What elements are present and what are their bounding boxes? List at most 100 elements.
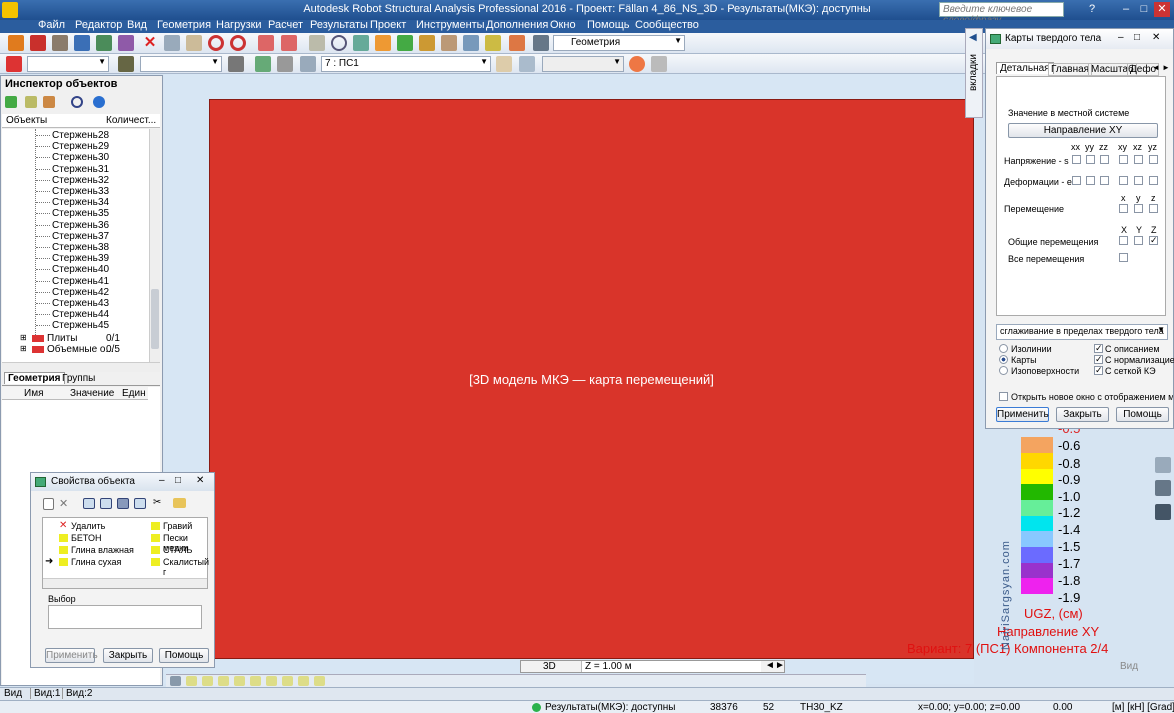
bar-select[interactable]: ▼ [140, 56, 222, 72]
minimize-icon[interactable]: – [159, 475, 165, 486]
preview-icon[interactable] [96, 35, 112, 51]
apply-button[interactable]: Применить [996, 407, 1049, 422]
gen-z-checkbox[interactable]: ✓ [1149, 236, 1158, 245]
wrench-icon[interactable] [509, 35, 525, 51]
folder-icon[interactable] [173, 498, 186, 508]
view-tool-icon[interactable] [170, 676, 181, 686]
menu-analysis[interactable]: Расчет [268, 19, 303, 31]
select-icon[interactable] [228, 56, 244, 72]
filter-icon[interactable] [25, 96, 37, 108]
list-hscrollbar[interactable] [43, 578, 207, 588]
menu-geometry[interactable]: Геометрия [157, 19, 211, 31]
close-button[interactable]: ✕ [1154, 2, 1170, 17]
props-help-button[interactable]: Помощь [159, 648, 209, 663]
smoothing-select[interactable]: сглаживание в пределах твердого тела ▼ [996, 324, 1168, 340]
filter2-icon[interactable] [43, 96, 55, 108]
selection-input[interactable] [48, 605, 202, 629]
props-apply-button[interactable]: Применить [45, 648, 98, 663]
mesh-checkbox[interactable]: ✓ [1094, 366, 1103, 375]
tab-scroll-left-icon[interactable]: ◄ [1152, 63, 1160, 72]
building-icon[interactable] [1155, 457, 1171, 473]
help-button[interactable]: Помощь [1116, 407, 1169, 422]
lock-icon[interactable] [309, 35, 325, 51]
gen-y-checkbox[interactable] [1134, 236, 1143, 245]
col-count[interactable]: Количест... [106, 115, 156, 126]
stress-zz-checkbox[interactable] [1100, 155, 1109, 164]
view4-icon[interactable] [134, 498, 146, 509]
menu-help[interactable]: Помощь [587, 19, 630, 31]
view2-icon[interactable] [100, 498, 112, 509]
chevron-left-icon[interactable]: ◄ [765, 660, 775, 671]
close-dialog-button[interactable]: Закрыть [1056, 407, 1109, 422]
help-icon[interactable]: ? [1084, 2, 1100, 17]
component-select[interactable]: ▼ [542, 56, 624, 72]
disp-z-checkbox[interactable] [1149, 204, 1158, 213]
save-icon[interactable] [30, 35, 46, 51]
pan-icon[interactable] [353, 35, 369, 51]
layout-icon[interactable] [533, 35, 549, 51]
menu-loads[interactable]: Нагрузки [216, 19, 262, 31]
view3-icon[interactable] [117, 498, 129, 509]
bar-icon[interactable] [118, 56, 134, 72]
release-icon[interactable] [463, 35, 479, 51]
menu-addins[interactable]: Дополнения [486, 19, 548, 31]
menu-edit[interactable]: Редактор [75, 19, 122, 31]
minimize-icon[interactable]: – [1118, 32, 1124, 43]
material-item[interactable]: БЕТОН [71, 533, 102, 543]
tree-icon[interactable] [5, 96, 17, 108]
undo-icon[interactable] [208, 35, 224, 51]
support-icon[interactable] [397, 35, 413, 51]
gen-x-checkbox[interactable] [1119, 236, 1128, 245]
maps-radio[interactable] [999, 355, 1008, 364]
expand-icon[interactable]: ⊞ [20, 333, 27, 342]
view-tool-icon[interactable] [234, 676, 245, 686]
col-objects[interactable]: Объекты [6, 115, 47, 126]
material-item[interactable]: СТАЛЬ [163, 545, 192, 555]
layout-select[interactable]: Геометрия ▼ [553, 35, 685, 51]
menu-results[interactable]: Результаты [310, 19, 368, 31]
view-tool-icon[interactable] [298, 676, 309, 686]
description-checkbox[interactable]: ✓ [1094, 344, 1103, 353]
maximize-button[interactable]: □ [1136, 2, 1152, 17]
strain-zz-checkbox[interactable] [1100, 176, 1109, 185]
3d-view[interactable]: [3D модель МКЭ — карта перемещений] [164, 74, 974, 684]
disp-y-checkbox[interactable] [1134, 204, 1143, 213]
book-icon[interactable] [74, 35, 90, 51]
view-tool-icon[interactable] [314, 676, 325, 686]
tree-hscrollbar[interactable] [2, 362, 160, 372]
display-icon[interactable] [255, 56, 271, 72]
view-tool-icon[interactable] [186, 676, 197, 686]
material-icon[interactable] [441, 35, 457, 51]
paste-icon[interactable] [186, 35, 202, 51]
search-input[interactable]: Введите ключевое слово/фразу [939, 2, 1064, 26]
menu-community[interactable]: Сообщество [635, 19, 699, 31]
material-item[interactable]: Удалить [71, 521, 105, 531]
expand-icon[interactable]: ⊞ [20, 344, 27, 353]
view1-icon[interactable] [83, 498, 95, 509]
tree-scrollbar[interactable] [149, 129, 160, 362]
strain-yz-checkbox[interactable] [1149, 176, 1158, 185]
color-map-icon[interactable] [629, 56, 645, 72]
node-select[interactable]: ▼ [27, 56, 109, 72]
tab-view-1[interactable]: Вид:1 [30, 688, 63, 699]
tab-groups[interactable]: Группы [62, 373, 95, 384]
side-tab-label[interactable]: вкладки [968, 54, 979, 91]
print-icon[interactable] [52, 35, 68, 51]
case-icon[interactable] [300, 56, 316, 72]
node-icon[interactable] [6, 56, 22, 72]
view-tool-icon[interactable] [202, 676, 213, 686]
strain-yy-checkbox[interactable] [1086, 176, 1095, 185]
filter-icon[interactable] [277, 56, 293, 72]
isolines-radio[interactable] [999, 344, 1008, 353]
tab-scroll-right-icon[interactable]: ► [1162, 63, 1170, 72]
strain-xx-checkbox[interactable] [1072, 176, 1081, 185]
menu-tools[interactable]: Инструменты [416, 19, 485, 31]
menu-window[interactable]: Окно [550, 19, 576, 31]
view-mode-label[interactable]: 3D [543, 661, 556, 672]
mode-icon[interactable] [496, 56, 512, 72]
maximize-icon[interactable]: □ [175, 475, 181, 486]
all-disp-checkbox[interactable] [1119, 253, 1128, 262]
arrow-left-icon[interactable]: ◀ [969, 32, 977, 43]
open-icon[interactable] [8, 35, 24, 51]
material-item[interactable]: Гравий [163, 521, 192, 531]
